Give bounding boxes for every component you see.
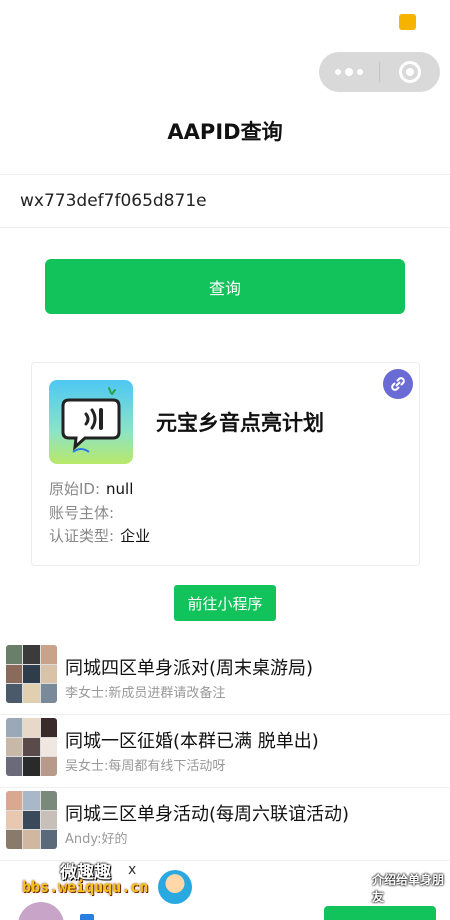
group-last-message: 李女士:新成员进群请改备注 (65, 686, 226, 701)
query-button[interactable]: 查询 (45, 259, 405, 314)
link-icon[interactable] (383, 369, 413, 399)
goto-mini-program-button[interactable]: 前往小程序 (174, 585, 276, 621)
app-badge-icon (80, 914, 94, 920)
list-item[interactable]: 同城四区单身派对(周末桌游局) 李女士:新成员进群请改备注 (0, 642, 450, 715)
watermark-x: x (128, 862, 137, 878)
app-name: 元宝乡音点亮计划 (156, 411, 324, 435)
mascot-icon (158, 870, 192, 904)
info-value: 企业 (120, 527, 151, 545)
avatar (18, 902, 64, 920)
info-label: 原始ID: (49, 480, 101, 498)
info-row-cert-type: 认证类型: 企业 (49, 525, 150, 546)
group-avatar-grid (6, 645, 57, 703)
info-value: null (106, 480, 134, 498)
info-row-original-id: 原始ID: null (49, 478, 133, 499)
mini-program-capsule[interactable] (319, 52, 440, 92)
info-label: 认证类型: (49, 527, 115, 545)
list-item[interactable]: 同城三区单身活动(每周六联谊活动) Andy:好的 (0, 788, 450, 861)
group-title: 同城四区单身派对(周末桌游局) (65, 658, 314, 679)
info-row-account-owner: 账号主体: (49, 502, 120, 523)
group-title: 同城一区征婚(本群已满 脱单出) (65, 731, 319, 752)
group-avatar-grid (6, 791, 57, 849)
result-card: 元宝乡音点亮计划 原始ID: null 账号主体: 认证类型: 企业 (31, 362, 420, 566)
group-title: 同城三区单身活动(每周六联谊活动) (65, 804, 350, 825)
close-target-icon[interactable] (380, 61, 440, 83)
bottom-action-button[interactable] (324, 906, 436, 920)
appid-input-row (0, 174, 450, 228)
status-indicator (399, 14, 416, 30)
group-list: 同城四区单身派对(周末桌游局) 李女士:新成员进群请改备注 同城一区征婚(本群已… (0, 642, 450, 861)
speech-bubble-sound-icon (49, 380, 133, 464)
page-title: AAPID查询 (167, 120, 283, 144)
watermark-url: bbs.weiququ.cn (22, 878, 149, 896)
list-item[interactable]: 同城一区征婚(本群已满 脱单出) 吴女士:每周都有线下活动呀 (0, 715, 450, 788)
group-last-message: 吴女士:每周都有线下活动呀 (65, 759, 226, 774)
group-avatar-grid (6, 718, 57, 776)
group-last-message: Andy:好的 (65, 832, 128, 847)
watermark-caption: 介绍给单身朋友 (372, 873, 445, 904)
appid-input[interactable] (0, 175, 450, 227)
info-label: 账号主体: (49, 504, 115, 522)
more-icon[interactable] (319, 68, 379, 76)
